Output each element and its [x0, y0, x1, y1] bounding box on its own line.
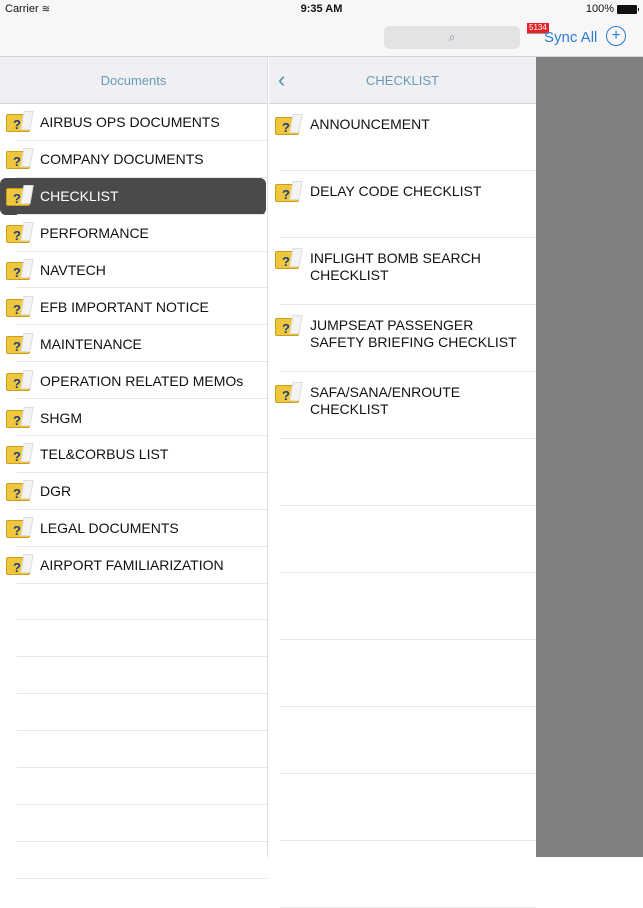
document-folder-item[interactable]: ? AIRBUS OPS DOCUMENTS	[0, 104, 267, 141]
battery-percent: 100%	[586, 3, 614, 15]
empty-row	[269, 640, 536, 707]
checklist-pane: ‹ CHECKLIST ? ANNOUNCEMENT? DELAY CODE CHE…	[269, 57, 536, 857]
folder-question-icon: ?	[275, 248, 303, 270]
document-folder-item[interactable]: ? DGR	[0, 473, 267, 510]
document-folder-item[interactable]: ? AIRPORT FAMILIARIZATION	[0, 547, 267, 584]
folder-question-icon: ?	[6, 554, 34, 576]
item-label: COMPANY DOCUMENTS	[40, 151, 204, 167]
sync-all-button[interactable]: Sync All	[544, 29, 597, 46]
item-label: DGR	[40, 483, 71, 499]
item-label: JUMPSEAT PASSENGER SAFETY BRIEFING CHECK…	[310, 317, 525, 351]
back-button[interactable]: ‹	[278, 70, 285, 90]
folder-question-icon: ?	[275, 382, 303, 404]
status-bar: Carrier≋ 9:35 AM 100%	[0, 0, 643, 18]
empty-row	[0, 694, 267, 731]
documents-header: Documents	[0, 57, 267, 104]
folder-question-icon: ?	[6, 333, 34, 355]
item-label: MAINTENANCE	[40, 336, 142, 352]
checklist-item[interactable]: ? ANNOUNCEMENT	[269, 104, 536, 171]
checklist-list: ? ANNOUNCEMENT? DELAY CODE CHECKLIST? INFLI…	[269, 104, 536, 908]
item-label: DELAY CODE CHECKLIST	[310, 183, 525, 200]
item-label: AIRBUS OPS DOCUMENTS	[40, 114, 220, 130]
folder-question-icon: ?	[275, 181, 303, 203]
empty-row	[0, 842, 267, 879]
checklist-item[interactable]: ? JUMPSEAT PASSENGER SAFETY BRIEFING CHEC…	[269, 305, 536, 372]
folder-question-icon: ?	[6, 407, 34, 429]
folder-question-icon: ?	[6, 111, 34, 133]
empty-row	[269, 506, 536, 573]
empty-row	[269, 841, 536, 908]
detail-pane	[536, 57, 643, 857]
folder-question-icon: ?	[6, 370, 34, 392]
search-input[interactable]: ⌕	[384, 26, 520, 49]
add-button[interactable]: +	[606, 26, 626, 46]
document-folder-item[interactable]: ? MAINTENANCE	[0, 325, 267, 362]
item-label: LEGAL DOCUMENTS	[40, 520, 179, 536]
item-label: TEL&CORBUS LIST	[40, 446, 168, 462]
checklist-header: ‹ CHECKLIST	[269, 57, 536, 104]
item-label: CHECKLIST	[40, 188, 119, 204]
item-label: AIRPORT FAMILIARIZATION	[40, 557, 224, 573]
empty-row	[269, 707, 536, 774]
document-folder-item[interactable]: ? NAVTECH	[0, 252, 267, 289]
item-label: SHGM	[40, 410, 82, 426]
folder-question-icon: ?	[6, 480, 34, 502]
item-label: EFB IMPORTANT NOTICE	[40, 299, 209, 315]
folder-question-icon: ?	[6, 148, 34, 170]
folder-question-icon: ?	[275, 114, 303, 136]
empty-row	[0, 620, 267, 657]
battery-indicator: 100%	[586, 3, 637, 15]
empty-row	[0, 768, 267, 805]
checklist-item[interactable]: ? INFLIGHT BOMB SEARCH CHECKLIST	[269, 238, 536, 305]
document-folder-item[interactable]: ? COMPANY DOCUMENTS	[0, 141, 267, 178]
item-label: PERFORMANCE	[40, 225, 149, 241]
item-label: OPERATION RELATED MEMOs	[40, 373, 243, 389]
documents-list: ? AIRBUS OPS DOCUMENTS? COMPANY DOCUMENTS?…	[0, 104, 267, 879]
battery-icon	[617, 5, 637, 14]
item-label: ANNOUNCEMENT	[310, 116, 525, 133]
item-label: SAFA/SANA/ENROUTE CHECKLIST	[310, 384, 525, 418]
document-folder-item[interactable]: ? PERFORMANCE	[0, 215, 267, 252]
checklist-item[interactable]: ? SAFA/SANA/ENROUTE CHECKLIST	[269, 372, 536, 439]
document-folder-item[interactable]: ? EFB IMPORTANT NOTICE	[0, 288, 267, 325]
folder-question-icon: ?	[6, 517, 34, 539]
folder-question-icon: ?	[6, 443, 34, 465]
plus-circle-icon: +	[611, 28, 620, 44]
document-folder-item[interactable]: ? TEL&CORBUS LIST	[0, 436, 267, 473]
document-folder-item[interactable]: ? OPERATION RELATED MEMOs	[0, 362, 267, 399]
empty-row	[0, 657, 267, 694]
folder-question-icon: ?	[6, 222, 34, 244]
empty-row	[0, 731, 267, 768]
empty-row	[269, 439, 536, 506]
folder-question-icon: ?	[6, 296, 34, 318]
item-label: NAVTECH	[40, 262, 106, 278]
chevron-left-icon: ‹	[278, 67, 285, 92]
folder-question-icon: ?	[6, 259, 34, 281]
pane-title: Documents	[101, 73, 167, 88]
top-toolbar: ⌕ 5134 Sync All +	[0, 18, 643, 57]
empty-row	[0, 584, 267, 621]
checklist-item[interactable]: ? DELAY CODE CHECKLIST	[269, 171, 536, 238]
search-icon: ⌕	[449, 30, 456, 45]
folder-question-icon: ?	[275, 315, 303, 337]
item-label: INFLIGHT BOMB SEARCH CHECKLIST	[310, 250, 525, 284]
pane-title: CHECKLIST	[366, 73, 439, 88]
empty-row	[0, 805, 267, 842]
document-folder-item[interactable]: ? LEGAL DOCUMENTS	[0, 510, 267, 547]
folder-question-icon: ?	[6, 185, 34, 207]
empty-row	[269, 774, 536, 841]
document-folder-item[interactable]: ? SHGM	[0, 399, 267, 436]
clock: 9:35 AM	[0, 3, 643, 15]
documents-pane: Documents ? AIRBUS OPS DOCUMENTS? COMPANY …	[0, 57, 268, 857]
empty-row	[269, 573, 536, 640]
document-folder-item[interactable]: ? CHECKLIST	[0, 178, 266, 215]
